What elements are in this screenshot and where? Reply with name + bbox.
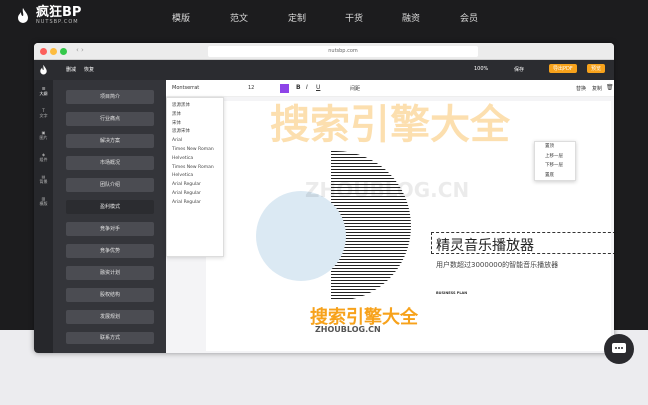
zoom-level[interactable]: 100%: [474, 66, 488, 72]
outline-item[interactable]: 团队介绍: [66, 178, 154, 192]
font-option[interactable]: 宋体: [167, 120, 223, 129]
preview-button[interactable]: 预览: [587, 64, 606, 73]
nav-custom[interactable]: 定制: [288, 11, 306, 24]
outline-item[interactable]: 竞争对手: [66, 222, 154, 236]
font-option[interactable]: 黑体: [167, 111, 223, 120]
slide-label[interactable]: BUSINESS PLAN: [436, 291, 467, 295]
outline-item[interactable]: 融资计划: [66, 266, 154, 280]
outline-panel: 项目简介 行业痛点 解决方案 市场概况 团队介绍 盈利模式 竞争对手 竞争优势 …: [53, 80, 166, 353]
menu-restore[interactable]: 恢复: [84, 66, 94, 73]
delete-icon[interactable]: 🗑: [606, 84, 614, 91]
maximize-dot[interactable]: [60, 48, 67, 55]
watermark-url: ZHOUBLOG.CN: [305, 178, 470, 202]
font-option[interactable]: Arial Regular: [167, 190, 223, 199]
nav-guides[interactable]: 干货: [345, 11, 363, 24]
nav-funding[interactable]: 融资: [402, 11, 420, 24]
slide-subtitle[interactable]: 用户数超过3000000的智能音乐播放器: [436, 260, 558, 270]
sidebar-image[interactable]: ▣ 图片: [37, 130, 50, 141]
slide-title: 精灵音乐播放器: [436, 238, 534, 254]
site-domain: NUTSBP.COM: [36, 19, 79, 25]
outline-item[interactable]: 解决方案: [66, 134, 154, 148]
chat-bubble-icon: [612, 343, 626, 353]
layer-context-menu: 置顶 上移一层 下移一层 置底: [534, 141, 576, 181]
tool-sidebar: ☰ 大纲 T 文字 ▣ 图片 ◈ 组件 ▤ 背景 ▥ 模版: [34, 80, 53, 353]
outline-item[interactable]: 行业痛点: [66, 112, 154, 126]
outline-item[interactable]: 项目简介: [66, 90, 154, 104]
outline-item[interactable]: 股权结构: [66, 288, 154, 302]
font-select[interactable]: Montserrat: [172, 85, 199, 91]
spacing-button[interactable]: 间距: [350, 85, 360, 92]
font-option[interactable]: Arial Regular: [167, 199, 223, 208]
italic-icon[interactable]: I: [306, 84, 308, 91]
editor-topbar: 删减 恢复 100% 保存 导出PDF 预览: [34, 60, 614, 80]
site-header: 疯狂BP NUTSBP.COM 模版 范文 定制 干货 融资 会员: [0, 0, 648, 34]
menu-send-to-back[interactable]: 置底: [535, 171, 575, 181]
font-dropdown: 思源黑体 黑体 宋体 思源宋体 Arial Times New Roman He…: [166, 97, 224, 257]
outline-item[interactable]: 市场概况: [66, 156, 154, 170]
flame-icon: [18, 8, 28, 23]
sidebar-component[interactable]: ◈ 组件: [37, 152, 50, 163]
font-size-select[interactable]: 12: [248, 85, 254, 91]
replace-button[interactable]: 替换: [576, 85, 586, 92]
menu-send-backward[interactable]: 下移一层: [535, 161, 575, 171]
font-option[interactable]: Helvetica: [167, 172, 223, 181]
blue-circle[interactable]: [256, 191, 346, 281]
sidebar-text[interactable]: T 文字: [37, 108, 50, 119]
outline-item[interactable]: 联系方式: [66, 332, 154, 344]
sidebar-outline[interactable]: ☰ 大纲: [37, 86, 50, 97]
close-dot[interactable]: [40, 48, 47, 55]
underline-icon[interactable]: U: [316, 84, 320, 91]
chat-button[interactable]: [604, 334, 634, 364]
save-button[interactable]: 保存: [514, 66, 524, 73]
menu-bring-to-front[interactable]: 置顶: [535, 142, 575, 152]
sidebar-template[interactable]: ▥ 模版: [37, 196, 50, 207]
minimize-dot[interactable]: [50, 48, 57, 55]
copy-button[interactable]: 复制: [592, 85, 602, 92]
font-option[interactable]: Arial Regular: [167, 181, 223, 190]
font-option[interactable]: Times New Roman: [167, 164, 223, 173]
browser-chrome: ‹ › nutsbp.com: [34, 43, 614, 60]
nav-samples[interactable]: 范文: [230, 11, 248, 24]
outline-item[interactable]: 发展规划: [66, 310, 154, 324]
watermark-logo-url: ZHOUBLOG.CN: [315, 325, 381, 334]
font-option[interactable]: Helvetica: [167, 155, 223, 164]
app-logo-icon: [40, 64, 47, 75]
back-forward-icon[interactable]: ‹ ›: [76, 46, 84, 54]
font-option[interactable]: 思源宋体: [167, 128, 223, 137]
site-logo[interactable]: 疯狂BP NUTSBP.COM: [16, 6, 81, 26]
font-option[interactable]: Times New Roman: [167, 146, 223, 155]
font-option[interactable]: 思源黑体: [167, 102, 223, 111]
url-bar[interactable]: nutsbp.com: [208, 46, 478, 57]
bold-icon[interactable]: B: [296, 84, 301, 91]
outline-item[interactable]: 竞争优势: [66, 244, 154, 258]
site-name: 疯狂BP: [36, 5, 82, 20]
watermark-text: 搜索引擎大全: [270, 102, 510, 148]
menu-bring-forward[interactable]: 上移一层: [535, 152, 575, 162]
sidebar-background[interactable]: ▤ 背景: [37, 174, 50, 185]
font-option-selected[interactable]: Arial: [167, 137, 223, 146]
export-pdf-button[interactable]: 导出PDF: [549, 64, 577, 73]
nav-templates[interactable]: 模版: [172, 11, 190, 24]
nav-membership[interactable]: 会员: [460, 11, 478, 24]
menu-delete[interactable]: 删减: [66, 66, 76, 73]
title-textbox[interactable]: 精灵音乐播放器: [431, 232, 614, 254]
outline-item-active[interactable]: 盈利模式: [66, 200, 154, 214]
